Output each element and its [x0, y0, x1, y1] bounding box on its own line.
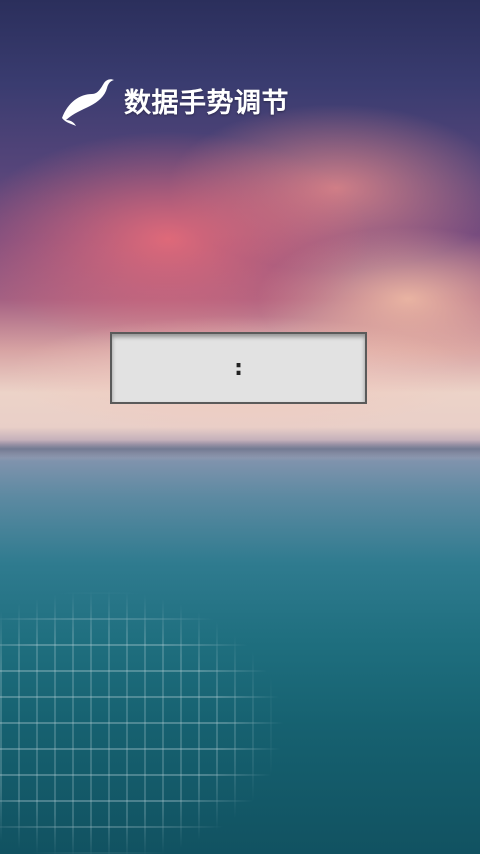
swan-logo-icon: [62, 79, 114, 126]
screen-background: 数据手势调节 :: [0, 0, 480, 854]
time-display-text: :: [234, 355, 243, 381]
page-title: 数据手势调节: [124, 87, 289, 119]
horizon: [0, 440, 480, 458]
time-display-box[interactable]: :: [110, 332, 367, 404]
background-rafts: [0, 570, 330, 854]
app-header: 数据手势调节: [60, 72, 289, 128]
